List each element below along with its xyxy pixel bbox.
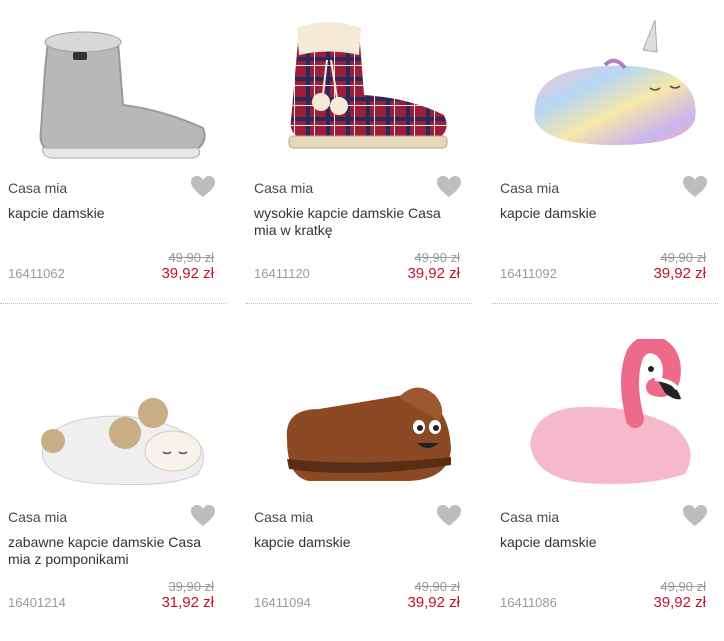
old-price: 49,90 zł xyxy=(168,250,214,265)
product-brand: Casa mia xyxy=(500,509,560,525)
product-brand: Casa mia xyxy=(8,509,68,525)
rainbow-unicorn-slipper-image xyxy=(534,19,696,145)
red-plaid-bootie-image xyxy=(288,22,448,149)
divider xyxy=(0,303,226,304)
product-sku: 16411094 xyxy=(254,595,311,610)
old-price: 39,90 zł xyxy=(168,579,214,594)
product-image[interactable] xyxy=(0,10,226,160)
sale-price: 39,92 zł xyxy=(407,265,460,282)
product-image[interactable] xyxy=(492,339,718,489)
product-brand: Casa mia xyxy=(254,509,314,525)
heart-icon[interactable] xyxy=(682,175,708,199)
product-brand: Casa mia xyxy=(8,180,68,196)
product-name[interactable]: kapcie damskie xyxy=(500,205,710,222)
product-sku: 16411086 xyxy=(500,595,557,610)
old-price: 49,90 zł xyxy=(660,579,706,594)
old-price: 49,90 zł xyxy=(414,250,460,265)
product-grid: Casa mia kapcie damskie 16411062 49,90 z… xyxy=(0,0,724,620)
product-name[interactable]: wysokie kapcie damskie Casa mia w kratkę xyxy=(254,205,464,239)
product-brand: Casa mia xyxy=(254,180,314,196)
heart-icon[interactable] xyxy=(190,175,216,199)
product-brand: Casa mia xyxy=(500,180,560,196)
product-card[interactable]: Casa mia kapcie damskie 16411092 49,90 z… xyxy=(492,0,718,304)
heart-icon[interactable] xyxy=(682,504,708,528)
product-sku: 16401214 xyxy=(8,595,66,610)
product-card[interactable]: Casa mia kapcie damskie 16411086 49,90 z… xyxy=(492,329,718,641)
product-sku: 16411120 xyxy=(254,266,310,281)
old-price: 49,90 zł xyxy=(414,579,460,594)
divider xyxy=(246,303,472,304)
heart-icon[interactable] xyxy=(436,504,462,528)
product-name[interactable]: kapcie damskie xyxy=(8,205,218,222)
grey-knit-bootie-image xyxy=(39,31,206,159)
product-image[interactable] xyxy=(246,339,472,489)
sale-price: 39,92 zł xyxy=(161,265,214,282)
product-image[interactable] xyxy=(492,10,718,160)
product-sku: 16411062 xyxy=(8,266,65,281)
sale-price: 39,92 zł xyxy=(653,265,706,282)
product-card[interactable]: Casa mia kapcie damskie 16411094 49,90 z… xyxy=(246,329,472,641)
product-image[interactable] xyxy=(246,10,472,160)
product-image[interactable] xyxy=(0,339,226,489)
sale-price: 39,92 zł xyxy=(407,594,460,611)
old-price: 49,90 zł xyxy=(660,250,706,265)
heart-icon[interactable] xyxy=(190,504,216,528)
sale-price: 31,92 zł xyxy=(161,594,214,611)
heart-icon[interactable] xyxy=(436,175,462,199)
product-card[interactable]: Casa mia zabawne kapcie damskie Casa mia… xyxy=(0,329,226,641)
product-name[interactable]: kapcie damskie xyxy=(500,534,710,551)
pink-flamingo-slipper-image xyxy=(530,339,691,484)
sheep-pompom-slipper-image xyxy=(41,398,205,486)
product-name[interactable]: zabawne kapcie damskie Casa mia z pompon… xyxy=(8,534,218,568)
divider xyxy=(492,303,718,304)
sale-price: 39,92 zł xyxy=(653,594,706,611)
product-card[interactable]: Casa mia kapcie damskie 16411062 49,90 z… xyxy=(0,0,226,304)
product-card[interactable]: Casa mia wysokie kapcie damskie Casa mia… xyxy=(246,0,472,304)
product-name[interactable]: kapcie damskie xyxy=(254,534,464,551)
brown-emoji-slipper-image xyxy=(286,387,451,481)
product-sku: 16411092 xyxy=(500,266,557,281)
